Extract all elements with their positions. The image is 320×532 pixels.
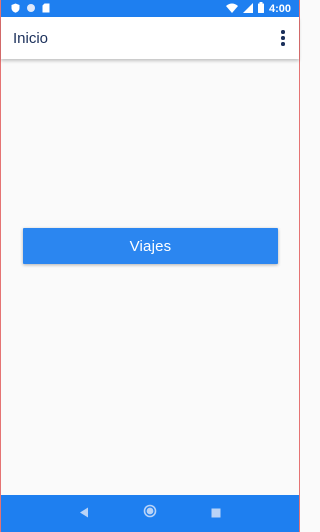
shield-icon bbox=[11, 0, 20, 18]
status-right-icons: 4:00 bbox=[225, 0, 291, 18]
recents-icon bbox=[211, 505, 221, 523]
home-icon bbox=[143, 504, 157, 523]
wifi-icon bbox=[225, 0, 238, 18]
back-button[interactable] bbox=[69, 499, 99, 529]
page-title: Inicio bbox=[13, 29, 49, 47]
menu-dot bbox=[281, 42, 285, 46]
status-left-icons bbox=[11, 0, 50, 18]
main-content: Viajes bbox=[1, 59, 299, 495]
navigation-bar bbox=[1, 495, 299, 532]
status-time: 4:00 bbox=[268, 2, 291, 15]
viajes-button[interactable]: Viajes bbox=[23, 228, 278, 264]
circle-icon bbox=[26, 0, 36, 18]
app-bar: Inicio bbox=[1, 17, 299, 59]
battery-icon bbox=[257, 0, 264, 18]
sd-card-icon bbox=[42, 0, 50, 18]
back-icon bbox=[79, 505, 89, 523]
signal-icon bbox=[242, 0, 253, 18]
recents-button[interactable] bbox=[201, 499, 231, 529]
menu-dot bbox=[281, 36, 285, 40]
more-vert-icon[interactable] bbox=[275, 26, 291, 50]
home-button[interactable] bbox=[135, 499, 165, 529]
status-bar: 4:00 bbox=[1, 0, 299, 17]
menu-dot bbox=[281, 30, 285, 34]
